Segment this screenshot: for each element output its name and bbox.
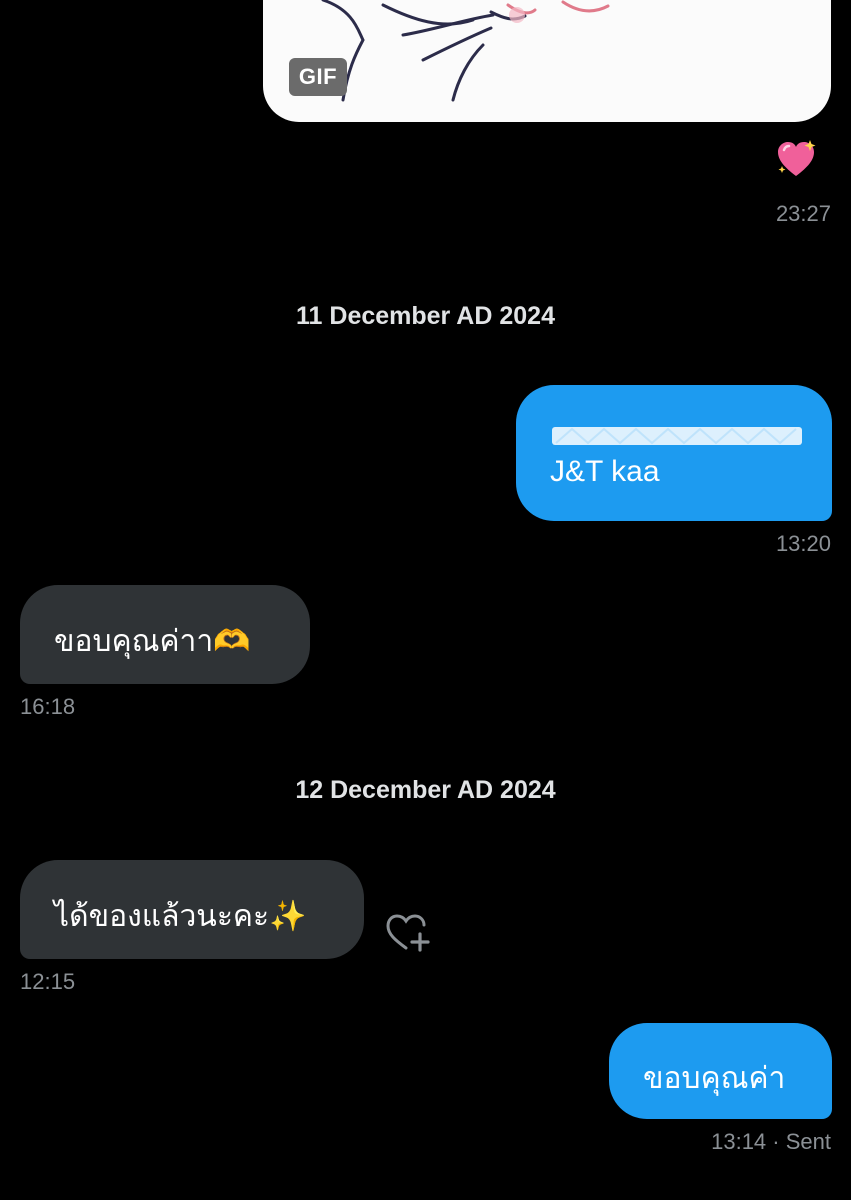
date-separator: 11 December AD 2024: [296, 302, 555, 330]
incoming-message-bubble[interactable]: ขอบคุณค่าา🫶: [20, 585, 310, 684]
heart-hands-emoji: 🫶: [213, 624, 251, 659]
outgoing-message-bubble[interactable]: ขอบคุณค่า: [609, 1023, 832, 1119]
gif-badge: GIF: [289, 58, 347, 96]
message-status: 13:14 · Sent: [711, 1129, 831, 1155]
gif-message[interactable]: GIF: [263, 0, 831, 122]
sparkling-heart-reaction-icon[interactable]: [774, 138, 818, 182]
message-timestamp: 13:14: [711, 1129, 767, 1154]
message-text: ขอบคุณค่า: [643, 1062, 786, 1095]
sent-status: · Sent: [772, 1129, 831, 1154]
dm-conversation-screen: GIF 23:27 11 December AD 2024 J&T kaa 13…: [0, 0, 851, 1200]
message-text: ได้ของแล้วนะคะ: [54, 900, 270, 933]
sparkles-emoji: ✨: [269, 899, 307, 934]
message-timestamp: 16:18: [20, 694, 76, 719]
message-timestamp: 23:27: [775, 201, 831, 226]
outgoing-message-bubble[interactable]: J&T kaa: [516, 385, 832, 521]
message-text: J&T kaa: [550, 455, 660, 488]
message-timestamp: 12:15: [20, 969, 76, 994]
add-reaction-heart-icon[interactable]: [384, 912, 432, 954]
date-separator: 12 December AD 2024: [295, 776, 556, 804]
message-text: ขอบคุณค่าา: [54, 625, 214, 658]
message-timestamp: 13:20: [775, 531, 831, 556]
gif-illustration: [321, 0, 610, 102]
redacted-text-scribble: [552, 427, 802, 445]
incoming-message-bubble[interactable]: ได้ของแล้วนะคะ✨: [20, 860, 364, 959]
